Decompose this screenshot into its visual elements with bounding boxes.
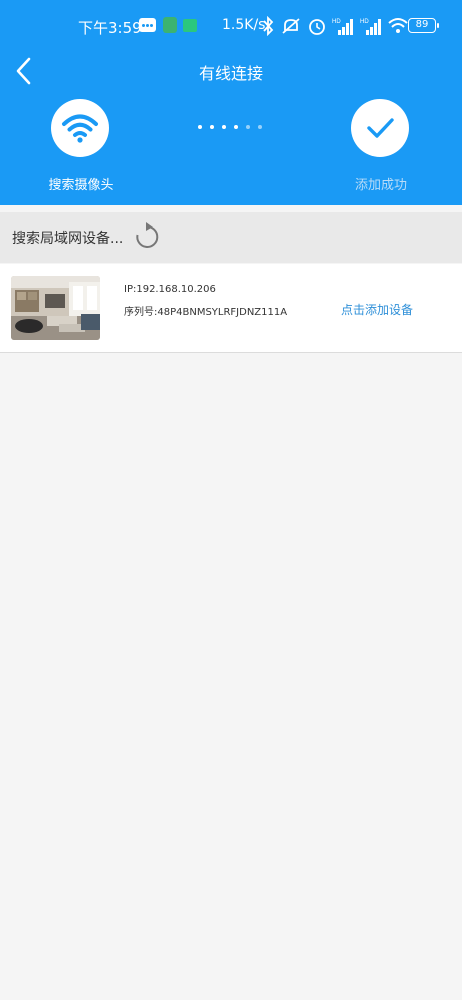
- alarm-icon: [309, 19, 325, 35]
- add-device-link[interactable]: 点击添加设备: [341, 301, 413, 318]
- message-icon: [139, 18, 156, 32]
- refresh-icon[interactable]: [133, 219, 161, 253]
- step-label-success: 添加成功: [354, 178, 407, 193]
- signal-icon: HD: [332, 19, 353, 35]
- signal-icon: HD: [360, 19, 381, 35]
- status-bar: 下午3:59 1.5K/s HD HD 89: [0, 0, 462, 52]
- check-icon: [367, 118, 394, 138]
- search-status-label: 搜索局域网设备...: [12, 231, 124, 247]
- progress-dots: [198, 125, 262, 129]
- device-thumbnail: [11, 276, 100, 340]
- svg-text:HD: HD: [332, 19, 341, 25]
- status-icons: HD HD: [262, 14, 408, 38]
- status-time: 下午3:59: [78, 19, 142, 37]
- device-serial: 序列号:48P4BNMSYLRFJDNZ111A: [124, 307, 288, 318]
- mute-icon: [282, 18, 300, 34]
- app-icon: [183, 19, 197, 32]
- page-title: 有线连接: [198, 64, 263, 83]
- battery-icon: 89: [408, 18, 439, 33]
- step-search-camera: [51, 99, 109, 157]
- app-icon: [163, 17, 177, 33]
- svg-text:HD: HD: [360, 19, 369, 25]
- wifi-icon: [388, 18, 408, 33]
- header: 下午3:59 1.5K/s HD HD 89 有线连接 搜索摄像头 添加成功: [0, 0, 462, 205]
- search-lan-bar: 搜索局域网设备...: [0, 212, 462, 263]
- step-label-search: 搜索摄像头: [48, 178, 114, 193]
- net-speed: 1.5K/s: [222, 17, 266, 33]
- bluetooth-icon: [263, 16, 274, 36]
- device-list-item[interactable]: IP:192.168.10.206 序列号:48P4BNMSYLRFJDNZ11…: [0, 264, 462, 353]
- wifi-icon: [62, 114, 98, 143]
- step-add-success: [351, 99, 409, 157]
- device-ip: IP:192.168.10.206: [124, 284, 216, 295]
